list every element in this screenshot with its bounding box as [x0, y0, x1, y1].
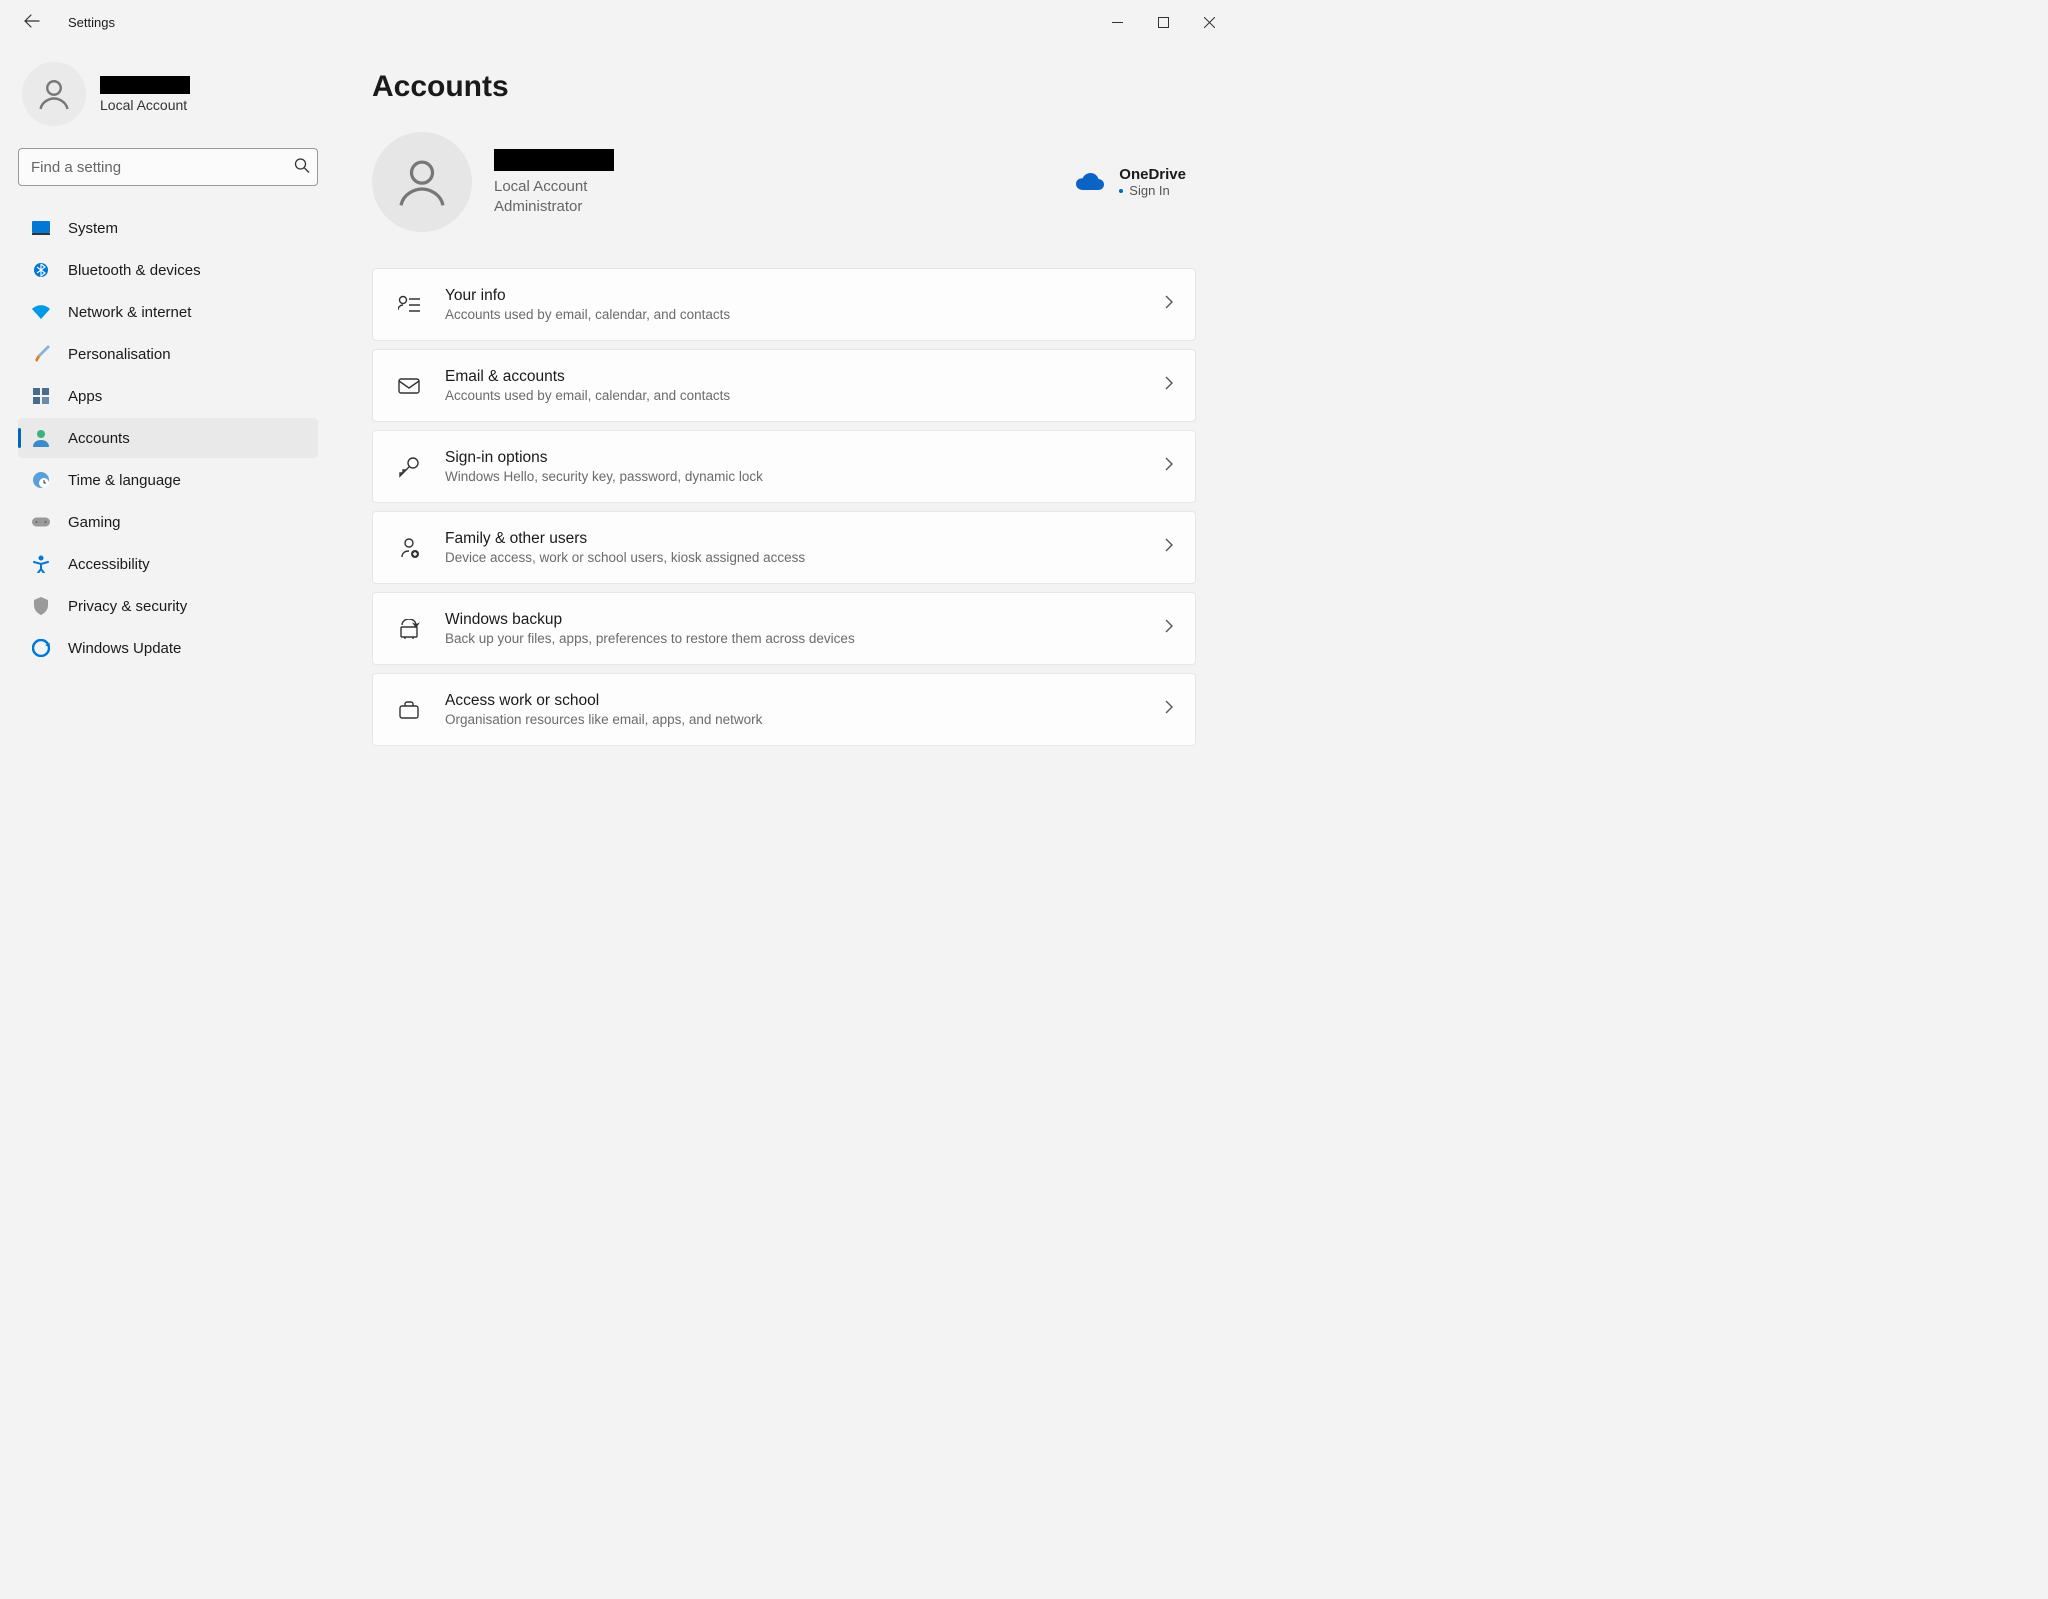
card-family-users[interactable]: Family & other users Device access, work…: [372, 511, 1196, 584]
onedrive-title: OneDrive: [1119, 166, 1186, 183]
minimize-icon: [1112, 17, 1123, 28]
maximize-icon: [1158, 17, 1169, 28]
maximize-button[interactable]: [1140, 6, 1186, 38]
search-icon: [294, 158, 310, 174]
paintbrush-icon: [32, 345, 50, 363]
sidebar-item-bluetooth[interactable]: Bluetooth & devices: [18, 250, 318, 290]
sidebar-item-label: Accessibility: [68, 556, 150, 573]
sidebar-item-time-language[interactable]: Time & language: [18, 460, 318, 500]
redacted-username: [100, 76, 190, 94]
family-icon: [395, 537, 423, 559]
nav: System Bluetooth & devices Network & int…: [18, 208, 318, 668]
sidebar-item-label: Accounts: [68, 430, 130, 447]
monitor-icon: [32, 219, 50, 237]
card-desc: Back up your files, apps, preferences to…: [445, 631, 1165, 646]
avatar: [22, 62, 86, 126]
chevron-right-icon: [1165, 619, 1173, 638]
backup-icon: [395, 619, 423, 639]
sidebar-item-label: Privacy & security: [68, 598, 187, 615]
sidebar: Local Account System Bluetooth & devices: [0, 44, 330, 962]
back-button[interactable]: [20, 9, 44, 36]
person-icon: [394, 154, 450, 210]
update-icon: [32, 639, 50, 657]
sidebar-item-network[interactable]: Network & internet: [18, 292, 318, 332]
redacted-username: [494, 149, 614, 171]
apps-icon: [32, 387, 50, 405]
card-desc: Device access, work or school users, kio…: [445, 550, 1165, 565]
card-title: Your info: [445, 287, 1165, 305]
onedrive-tile[interactable]: OneDrive Sign In: [1075, 166, 1196, 198]
chevron-right-icon: [1165, 376, 1173, 395]
card-title: Email & accounts: [445, 368, 1165, 386]
card-desc: Accounts used by email, calendar, and co…: [445, 388, 1165, 403]
card-work-school[interactable]: Access work or school Organisation resou…: [372, 673, 1196, 746]
bluetooth-icon: [32, 261, 50, 279]
search-button[interactable]: [294, 158, 310, 177]
card-desc: Accounts used by email, calendar, and co…: [445, 307, 1165, 322]
chevron-right-icon: [1165, 457, 1173, 476]
sidebar-item-label: Apps: [68, 388, 102, 405]
wifi-icon: [32, 303, 50, 321]
sidebar-item-gaming[interactable]: Gaming: [18, 502, 318, 542]
close-button[interactable]: [1186, 6, 1232, 38]
person-icon: [32, 429, 50, 447]
sidebar-item-label: Windows Update: [68, 640, 181, 657]
chevron-right-icon: [1165, 295, 1173, 314]
card-title: Access work or school: [445, 692, 1165, 710]
sidebar-item-personalisation[interactable]: Personalisation: [18, 334, 318, 374]
sidebar-item-privacy[interactable]: Privacy & security: [18, 586, 318, 626]
sidebar-item-system[interactable]: System: [18, 208, 318, 248]
account-header: Local Account Administrator OneDrive Sig…: [372, 132, 1196, 232]
titlebar: Settings: [0, 0, 1232, 44]
gamepad-icon: [32, 513, 50, 531]
main-panel: Accounts Local Account Administrator: [330, 44, 1232, 962]
sidebar-item-label: Bluetooth & devices: [68, 262, 201, 279]
sidebar-item-label: Personalisation: [68, 346, 171, 363]
card-title: Sign-in options: [445, 449, 1165, 467]
accessibility-icon: [32, 555, 50, 573]
key-icon: [395, 456, 423, 478]
sidebar-item-label: Network & internet: [68, 304, 191, 321]
clock-globe-icon: [32, 471, 50, 489]
sidebar-item-apps[interactable]: Apps: [18, 376, 318, 416]
email-icon: [395, 378, 423, 394]
card-sign-in-options[interactable]: Sign-in options Windows Hello, security …: [372, 430, 1196, 503]
app-title: Settings: [68, 15, 115, 30]
briefcase-icon: [395, 701, 423, 719]
sidebar-item-update[interactable]: Windows Update: [18, 628, 318, 668]
onedrive-icon: [1075, 172, 1105, 192]
card-title: Family & other users: [445, 530, 1165, 548]
close-icon: [1204, 17, 1215, 28]
your-info-icon: [395, 295, 423, 315]
shield-icon: [32, 597, 50, 615]
card-email-accounts[interactable]: Email & accounts Accounts used by email,…: [372, 349, 1196, 422]
account-role: Administrator: [494, 198, 614, 215]
card-your-info[interactable]: Your info Accounts used by email, calend…: [372, 268, 1196, 341]
minimize-button[interactable]: [1094, 6, 1140, 38]
card-windows-backup[interactable]: Windows backup Back up your files, apps,…: [372, 592, 1196, 665]
avatar-large: [372, 132, 472, 232]
sidebar-item-label: Time & language: [68, 472, 181, 489]
search-input[interactable]: [18, 148, 318, 186]
profile-subtitle: Local Account: [100, 97, 190, 113]
sidebar-item-accounts[interactable]: Accounts: [18, 418, 318, 458]
card-desc: Organisation resources like email, apps,…: [445, 712, 1165, 727]
settings-cards: Your info Accounts used by email, calend…: [372, 268, 1196, 746]
sidebar-item-label: System: [68, 220, 118, 237]
account-type: Local Account: [494, 178, 614, 195]
arrow-left-icon: [24, 13, 40, 29]
chevron-right-icon: [1165, 538, 1173, 557]
person-icon: [36, 76, 72, 112]
sidebar-item-label: Gaming: [68, 514, 121, 531]
sidebar-item-accessibility[interactable]: Accessibility: [18, 544, 318, 584]
card-title: Windows backup: [445, 611, 1165, 629]
onedrive-status: Sign In: [1119, 183, 1186, 198]
sidebar-profile[interactable]: Local Account: [18, 62, 318, 126]
chevron-right-icon: [1165, 700, 1173, 719]
card-desc: Windows Hello, security key, password, d…: [445, 469, 1165, 484]
page-title: Accounts: [372, 70, 1196, 104]
